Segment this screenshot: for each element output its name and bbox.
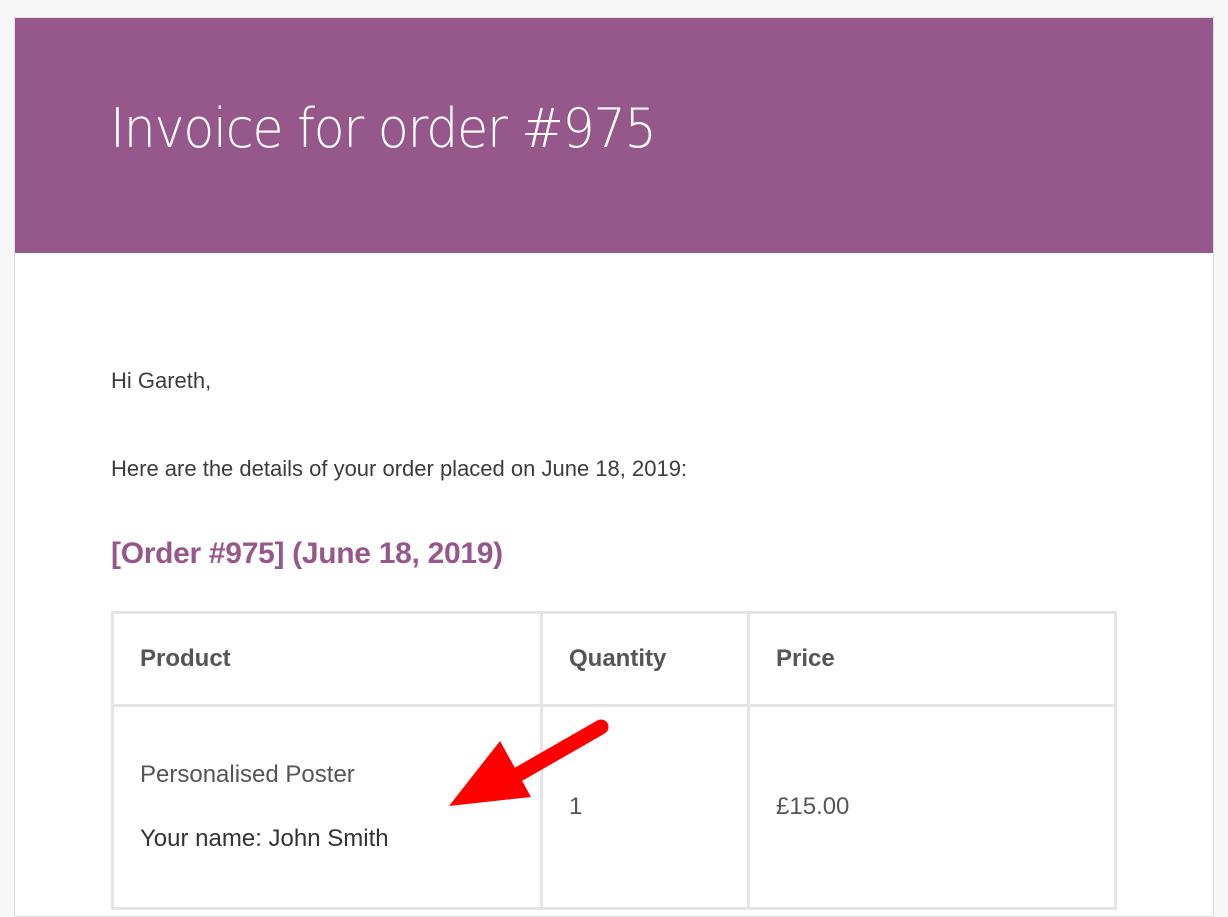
column-header-product: Product: [111, 611, 543, 707]
product-name: Personalised Poster: [140, 761, 355, 788]
email-card: Invoice for order #975 Hi Gareth, Here a…: [14, 17, 1214, 917]
column-header-quantity: Quantity: [540, 611, 750, 707]
column-header-price: Price: [747, 611, 1117, 707]
table-row: Personalised Poster Your name: John Smit…: [111, 704, 1117, 910]
invoice-title: Invoice for order #975: [110, 97, 657, 160]
order-items-table: Product Quantity Price Personalised Post…: [111, 611, 1117, 910]
product-cell: Personalised Poster Your name: John Smit…: [111, 704, 543, 910]
quantity-cell: 1: [540, 704, 750, 910]
greeting-text: Hi Gareth,: [111, 368, 212, 393]
table-header-row: Product Quantity Price: [111, 611, 1117, 707]
intro-text: Here are the details of your order place…: [111, 456, 688, 481]
product-meta: Your name: John Smith: [140, 825, 389, 852]
price-cell: £15.00: [747, 704, 1117, 910]
email-header: Invoice for order #975: [15, 18, 1213, 253]
order-heading: [Order #975] (June 18, 2019): [111, 537, 503, 570]
